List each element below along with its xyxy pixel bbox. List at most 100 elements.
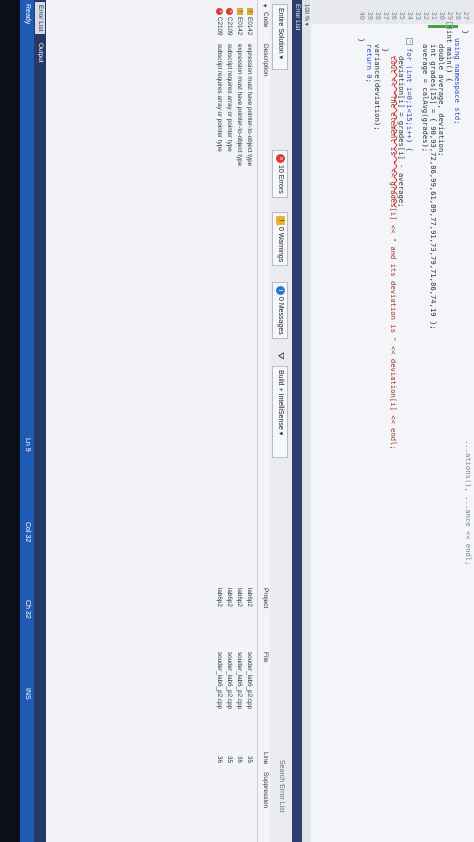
bottom-tab-bar: Error List Output — [34, 0, 46, 842]
search-error-list-input[interactable]: Search Error List — [274, 760, 288, 813]
status-bar: Ready Ln 9 Col 32 Ch 32 INS — [20, 0, 34, 842]
photo-stage: ...ations(), ...ance << endl; 27 } 28 us… — [0, 0, 474, 842]
scope-dropdown[interactable]: Entire Solution ▾ — [272, 4, 288, 70]
code-editor[interactable]: ...ations(), ...ance << endl; 27 } 28 us… — [312, 0, 474, 842]
code-line: } — [357, 38, 366, 43]
table-row[interactable]: ! E0142 expression must have pointer-to-o… — [245, 0, 254, 842]
column-header-suppression[interactable]: Suppression — [262, 772, 269, 808]
row-file: souder_lab6_p2.cpp — [236, 652, 243, 710]
row-line: 35 — [226, 756, 233, 764]
warning-icon: ! — [276, 216, 286, 225]
line-number: 27 — [462, 11, 470, 20]
line-number: 38 — [374, 11, 382, 20]
line-number: 40 — [358, 11, 366, 20]
status-insert-mode: INS — [24, 688, 31, 700]
code-line: double average, deviation; — [437, 44, 446, 157]
table-row[interactable]: × C2109 subscript requires array or point… — [225, 0, 234, 842]
row-line: 35 — [246, 756, 253, 764]
code-line: deviation[i] = grades[i] - average; — [397, 56, 406, 208]
chevron-down-icon[interactable]: ▾ — [303, 23, 309, 26]
scope-label: Entire Solution — [277, 8, 284, 54]
warning-icon: ! — [246, 8, 253, 15]
line-number: 31 — [430, 11, 438, 20]
line-number: 34 — [406, 11, 414, 20]
change-indicator-bar — [428, 25, 458, 28]
status-char: Ch 32 — [24, 600, 31, 619]
warnings-count-label: 0 Warnings — [277, 227, 284, 263]
ide-screen: ...ations(), ...ance << endl; 27 } 28 us… — [0, 0, 474, 842]
code-line: int grades[15] = { 90,93,72,86,99,61,89,… — [429, 44, 438, 330]
table-row[interactable]: × C2109 subscript requires array or point… — [215, 0, 224, 842]
line-number: 30 — [438, 11, 446, 20]
zoom-level[interactable]: 100 % ▾ — [302, 0, 310, 842]
row-code: ! E0142 — [245, 8, 254, 35]
row-project: lab6p2 — [246, 588, 253, 607]
warning-icon: ! — [236, 8, 243, 15]
build-filter-dropdown[interactable]: Build + IntelliSense ▾ — [272, 366, 288, 458]
code-line: cout << "The element is " << grades[i] <… — [389, 56, 398, 450]
code-line: } — [381, 48, 390, 53]
column-header-description[interactable]: Description — [262, 44, 269, 77]
column-header-file[interactable]: File — [262, 652, 269, 662]
code-line: int main() { — [445, 30, 454, 82]
line-number: 32 — [422, 11, 430, 20]
line-number: 29 — [446, 11, 454, 20]
info-icon: i — [276, 286, 286, 295]
errors-filter-button[interactable]: × 10 Errors — [272, 150, 288, 198]
filter-funnel-icon[interactable]: ⛛ — [274, 352, 288, 360]
tab-error-list[interactable]: Error List — [35, 2, 45, 35]
status-ready: Ready — [24, 4, 31, 25]
error-list-toolbar: Entire Solution ▾ × 10 Errors ! 0 Warnings… — [270, 0, 292, 842]
warnings-filter-button[interactable]: ! 0 Warnings — [272, 212, 288, 267]
line-number: 28 — [454, 11, 462, 20]
row-line: 36 — [216, 756, 223, 764]
line-number: 33 — [414, 11, 422, 20]
row-code: × C2109 — [215, 8, 224, 36]
code-line: average = calAvg(grades); — [421, 44, 430, 153]
chevron-down-icon: ▾ — [277, 431, 284, 436]
error-icon: × — [226, 8, 234, 15]
monitor-bezel — [0, 0, 20, 842]
row-file: souder_lab6_p2.cpp — [216, 652, 223, 710]
status-line: Ln 9 — [24, 438, 31, 452]
table-row[interactable]: ! E0142 expression must have pointer-to-o… — [235, 0, 244, 842]
row-description: expression must have pointer-to-object t… — [246, 44, 253, 167]
code-line: using namespace std; — [453, 38, 462, 125]
error-list-panel: Error List Entire Solution ▾ × 10 Errors … — [46, 0, 302, 842]
sort-icon[interactable]: ▾ — [261, 4, 269, 7]
row-code-text: C2109 — [216, 17, 223, 36]
tab-output[interactable]: Output — [35, 40, 45, 66]
zoom-value: 100 % — [303, 4, 309, 22]
line-number: 39 — [366, 11, 374, 20]
code-line: } — [461, 30, 470, 35]
column-header-project[interactable]: Project — [262, 588, 269, 608]
row-code-text: E0142 — [246, 17, 253, 36]
build-filter-label: Build + IntelliSense — [277, 370, 284, 430]
row-file: souder_lab6_p2.cpp — [246, 652, 253, 710]
row-project: lab6p2 — [236, 588, 243, 607]
row-code-text: C2109 — [226, 17, 233, 36]
code-top-fragment: ...ations(), ...ance << endl; — [464, 440, 473, 566]
code-line: for (int i=0;i<15;i++) { — [405, 48, 414, 152]
errors-count-label: 10 Errors — [277, 165, 284, 194]
column-header-line[interactable]: Line — [262, 752, 269, 764]
code-line: return 0; — [365, 44, 374, 83]
row-description: expression must have pointer-to-object t… — [236, 44, 243, 167]
error-icon: × — [276, 154, 286, 163]
collapse-icon[interactable]: − — [406, 38, 413, 45]
line-number: 37 — [382, 11, 390, 20]
line-number: 35 — [398, 11, 406, 20]
row-line: 36 — [236, 756, 243, 764]
panel-title: Error List — [292, 0, 302, 842]
column-header-code[interactable]: Code — [262, 12, 269, 28]
row-file: souder_lab6_p2.cpp — [226, 652, 233, 710]
messages-filter-button[interactable]: i 0 Messages — [272, 282, 288, 339]
code-line: variance(deviation); — [373, 44, 382, 131]
status-column: Col 32 — [24, 522, 31, 543]
error-list-header: ▾ Code Description Project File Line Sup… — [257, 0, 270, 842]
row-project: lab6p2 — [226, 588, 233, 607]
collapse-icon[interactable]: − — [446, 22, 453, 29]
error-icon: × — [216, 8, 224, 15]
row-description: subscript requires array or pointer type — [226, 44, 233, 152]
row-description: subscript requires array or pointer type — [216, 44, 223, 152]
